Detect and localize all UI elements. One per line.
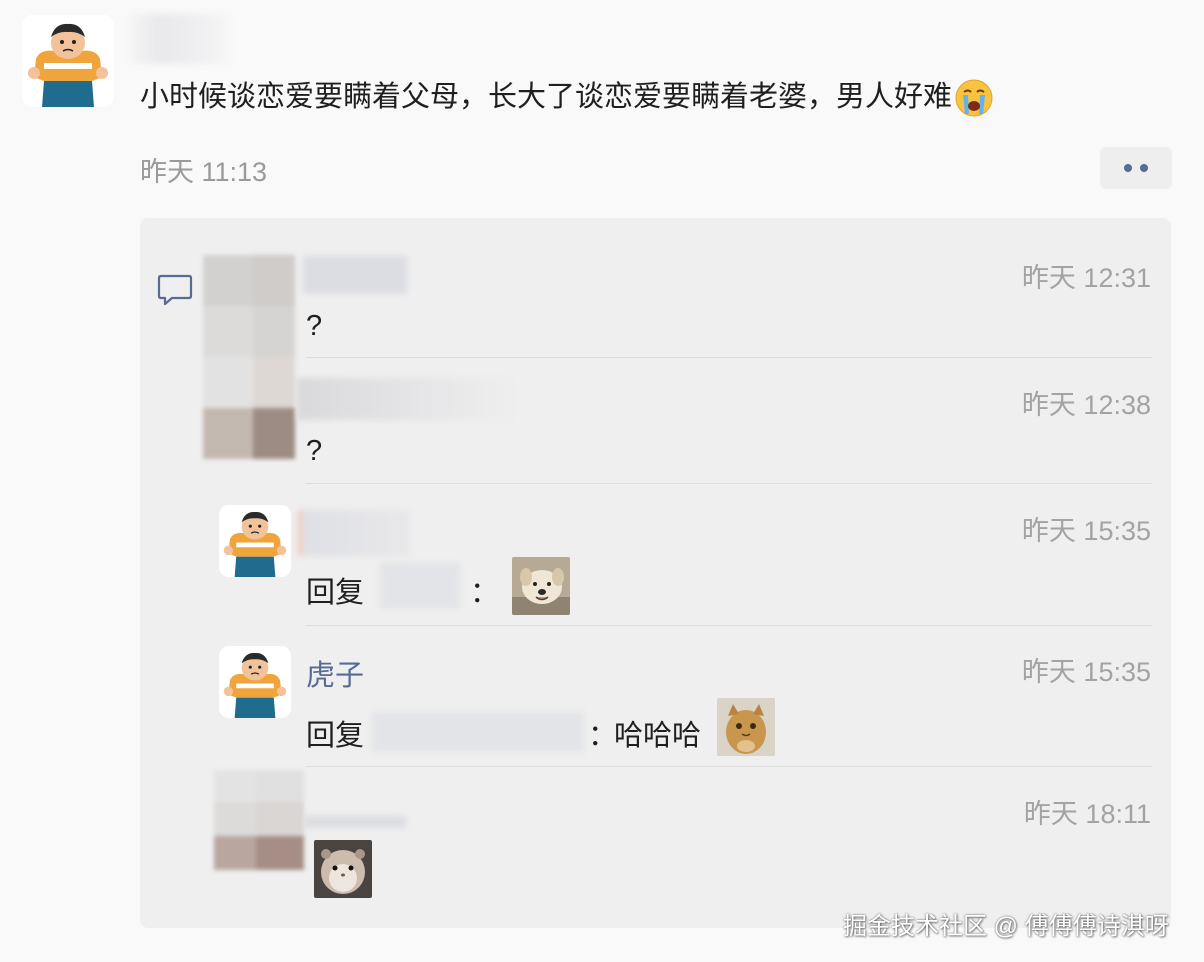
more-dot-icon	[1124, 164, 1132, 172]
reply-separator: ：	[588, 720, 618, 752]
commenter-name-redacted[interactable]	[298, 510, 410, 556]
comment-time: 昨天 18:11	[1023, 799, 1151, 829]
more-dot-icon	[1140, 164, 1148, 172]
commenter-avatar[interactable]	[219, 505, 291, 577]
reply-target-redacted[interactable]	[380, 563, 460, 609]
more-actions-button[interactable]	[1100, 147, 1172, 189]
crying-face-emoji-icon	[954, 78, 994, 118]
post-time: 昨天 11:13	[140, 157, 268, 187]
commenter-name-redacted[interactable]	[303, 256, 407, 294]
comment-divider	[306, 625, 1152, 626]
dog-sticker-image[interactable]	[512, 557, 570, 615]
reply-target-redacted[interactable]	[372, 712, 584, 752]
post-text: 小时候谈恋爱要瞒着父母，长大了谈恋爱要瞒着老婆，男人好难	[140, 72, 994, 122]
comment-text: ?	[306, 435, 323, 467]
comment-time: 昨天 15:35	[1021, 657, 1151, 687]
comment-text: ?	[306, 310, 323, 342]
comment-divider	[306, 483, 1152, 484]
comment-bubble-icon	[157, 274, 193, 306]
post-author-avatar[interactable]	[22, 15, 114, 107]
comment-time: 昨天 15:35	[1021, 516, 1151, 546]
commenter-avatar-redacted[interactable]	[203, 255, 295, 459]
reply-prefix: 回复	[306, 577, 365, 609]
comment-divider	[306, 357, 1152, 358]
hamster-sticker-image[interactable]	[314, 840, 372, 898]
comment-time: 昨天 12:31	[1021, 263, 1151, 293]
post-author-name-redacted[interactable]	[128, 14, 230, 64]
commenter-avatar[interactable]	[219, 646, 291, 718]
commenter-name-redacted[interactable]	[304, 816, 406, 828]
commenter-name-link[interactable]: 虎子	[306, 652, 364, 694]
reply-separator: ：	[470, 577, 500, 609]
comment-divider	[306, 766, 1152, 767]
comment-text: 哈哈哈	[614, 720, 702, 752]
comment-time: 昨天 12:38	[1021, 390, 1151, 420]
reply-prefix: 回复	[306, 720, 365, 752]
commenter-avatar-redacted[interactable]	[214, 770, 304, 870]
post-text-content: 小时候谈恋爱要瞒着父母，长大了谈恋爱要瞒着老婆，男人好难	[140, 81, 953, 113]
watermark-text: 掘金技术社区 @ 傅傅傅诗淇呀	[843, 913, 1169, 940]
cat-sticker-image[interactable]	[717, 698, 775, 756]
commenter-name-redacted[interactable]	[297, 378, 511, 420]
